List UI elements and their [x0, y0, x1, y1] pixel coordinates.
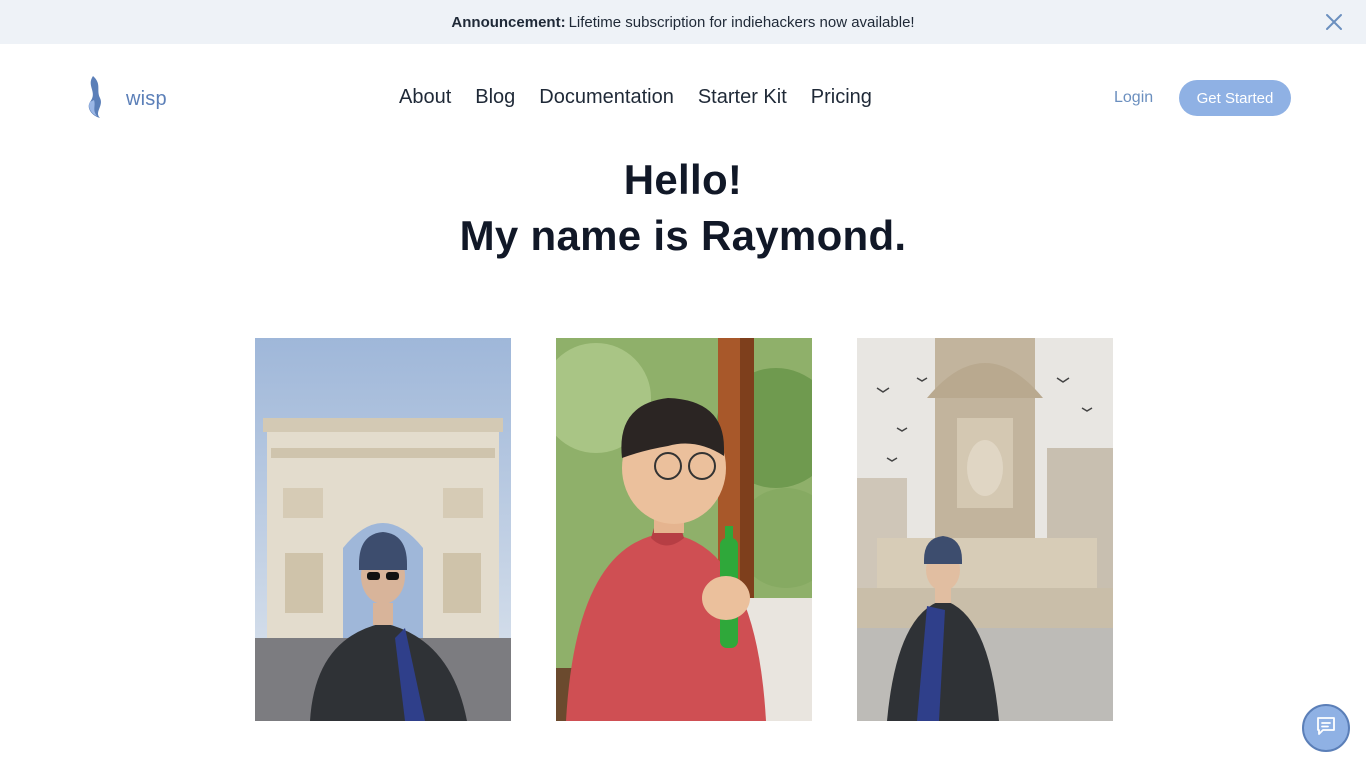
chat-icon: [1314, 714, 1338, 743]
get-started-button[interactable]: Get Started: [1179, 80, 1291, 116]
nav-about[interactable]: About: [399, 86, 451, 109]
close-icon[interactable]: [1324, 12, 1344, 32]
photo-red-shirt-bottle: [556, 338, 812, 721]
hero: Hello! My name is Raymond.: [0, 152, 1366, 264]
announcement-label: Announcement:: [451, 13, 566, 31]
announcement-bar: Announcement: Lifetime subscription for …: [0, 0, 1366, 44]
photo-arc-de-triomphe: [255, 338, 511, 721]
flame-logo-icon: [84, 76, 106, 123]
login-link[interactable]: Login: [1114, 89, 1153, 107]
photo-fountain: [857, 338, 1113, 721]
main-nav: About Blog Documentation Starter Kit Pri…: [399, 86, 872, 109]
chat-button[interactable]: [1302, 704, 1350, 752]
nav-pricing[interactable]: Pricing: [811, 86, 872, 109]
hero-greeting: Hello!: [623, 156, 743, 203]
nav-starter-kit[interactable]: Starter Kit: [698, 86, 787, 109]
brand-name: wisp: [126, 88, 167, 110]
nav-blog[interactable]: Blog: [475, 86, 515, 109]
nav-documentation[interactable]: Documentation: [539, 86, 674, 109]
hero-name: My name is Raymond.: [459, 212, 907, 259]
logo-link[interactable]: wisp: [84, 76, 167, 123]
site-header: wisp About Blog Documentation Starter Ki…: [0, 44, 1366, 152]
photo-gallery: [255, 338, 1113, 721]
announcement-text: Lifetime subscription for indiehackers n…: [568, 13, 915, 31]
